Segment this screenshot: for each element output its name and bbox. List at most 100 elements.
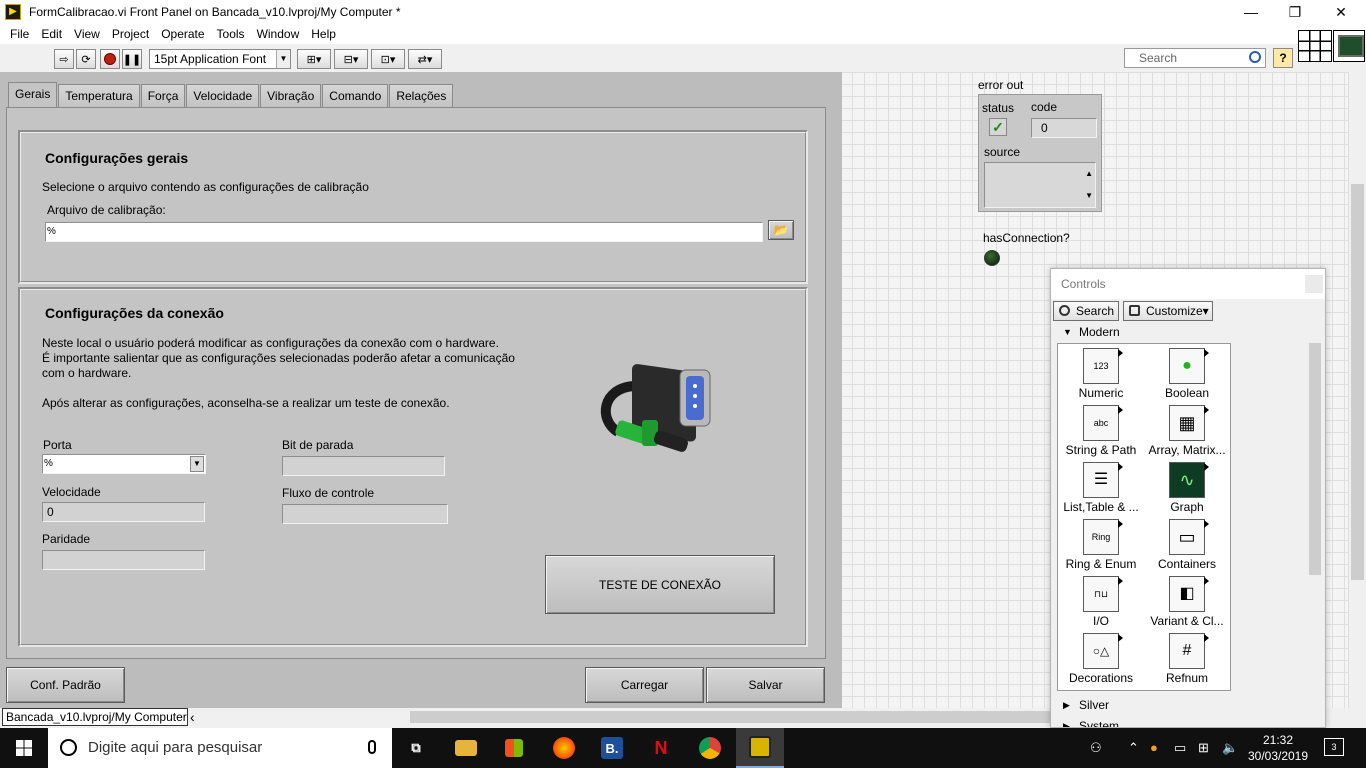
default-config-button[interactable]: Conf. Padrão	[6, 667, 125, 703]
tab-velocidade[interactable]: Velocidade	[186, 84, 260, 108]
chevron-down-icon[interactable]: ▼	[190, 456, 204, 472]
fluxo-controle-field[interactable]	[282, 504, 448, 524]
load-button[interactable]: Carregar	[585, 667, 704, 703]
palette-scrollbar[interactable]	[1307, 325, 1323, 725]
align-icon[interactable]: ⊞▾	[297, 49, 331, 69]
people-icon[interactable]: ⚇	[1090, 740, 1102, 756]
palette-item-ring-enum[interactable]: Ring Ring & Enum	[1058, 519, 1144, 571]
bit-parada-field[interactable]	[282, 456, 445, 476]
category-system[interactable]: ▶ System	[1057, 717, 1119, 727]
scroll-down-icon[interactable]: ▼	[1085, 187, 1093, 205]
menu-window[interactable]: Window	[251, 27, 306, 41]
palette-item-label: I/O	[1092, 614, 1109, 628]
project-context: Bancada_v10.lvproj/My Computer	[2, 708, 188, 726]
tab-forca[interactable]: Força	[140, 84, 186, 108]
palette-pin-icon[interactable]	[1305, 275, 1323, 293]
palette-item-decorations[interactable]: ○△ Decorations	[1058, 633, 1144, 685]
volume-icon[interactable]: 🔈	[1222, 740, 1238, 756]
avast-icon[interactable]: ●	[1150, 740, 1158, 755]
palette-item-label: Boolean	[1164, 386, 1210, 400]
tab-gerais[interactable]: Gerais	[8, 82, 58, 108]
velocidade-field[interactable]: 0	[42, 502, 205, 522]
path-icon: %	[47, 226, 56, 237]
menu-operate[interactable]: Operate	[155, 27, 210, 41]
menu-tools[interactable]: Tools	[211, 27, 251, 41]
source-field: ▲ ▼	[984, 162, 1096, 208]
palette-customize-button[interactable]: Customize▾	[1123, 301, 1213, 321]
chevron-up-icon[interactable]: ⌃	[1128, 740, 1139, 756]
pause-icon[interactable]: ❚❚	[122, 49, 142, 69]
store-icon[interactable]	[490, 728, 538, 768]
horizontal-scrollbar-thumb[interactable]	[410, 711, 1160, 723]
status-check-icon: ✓	[989, 118, 1007, 136]
wrench-icon	[1129, 305, 1140, 316]
palette-item-string-path[interactable]: abc String & Path	[1058, 405, 1144, 457]
palette-search-button[interactable]: Search	[1053, 301, 1119, 321]
scroll-left-icon[interactable]: ‹	[190, 708, 195, 726]
distribute-icon[interactable]: ⊟▾	[334, 49, 368, 69]
minimize-button[interactable]: —	[1228, 0, 1274, 24]
menu-view[interactable]: View	[68, 27, 106, 41]
reorder-icon[interactable]: ⇄▾	[408, 49, 442, 69]
calibration-file-path[interactable]: %	[45, 222, 763, 242]
palette-item-numeric[interactable]: 123 Numeric	[1058, 348, 1144, 400]
taskbar-search-box[interactable]: Digite aqui para pesquisar	[48, 728, 392, 768]
font-select[interactable]: 15pt Application Font ▼	[149, 49, 291, 69]
menu-file[interactable]: File	[4, 27, 35, 41]
netflix-icon[interactable]: N	[637, 728, 685, 768]
palette-item-containers[interactable]: ▭ Containers	[1144, 519, 1230, 571]
palette-scrollbar-thumb[interactable]	[1309, 343, 1321, 575]
palette-item-graph[interactable]: ∿ Graph	[1144, 462, 1230, 514]
porta-dropdown[interactable]: % ▼	[42, 454, 206, 474]
menu-project[interactable]: Project	[106, 27, 155, 41]
category-modern[interactable]: ▼ Modern	[1057, 323, 1120, 341]
palette-item-array-matrix[interactable]: ▦ Array, Matrix...	[1144, 405, 1230, 457]
palette-item-label: Numeric	[1078, 386, 1124, 400]
menu-help[interactable]: Help	[305, 27, 342, 41]
connector-pane-icon[interactable]	[1298, 30, 1332, 62]
maximize-button[interactable]: ❐	[1272, 0, 1318, 24]
palette-item-variant-class[interactable]: ◧ Variant & Cl...	[1144, 576, 1230, 628]
category-silver[interactable]: ▶ Silver	[1057, 696, 1109, 714]
network-icon[interactable]: ⊞	[1198, 740, 1209, 756]
toolbar: ⇨ ⟳ ❚❚ 15pt Application Font ▼ ⊞▾ ⊟▾ ⊡▾ …	[0, 44, 1296, 72]
tab-comando[interactable]: Comando	[322, 84, 389, 108]
abort-icon[interactable]	[100, 49, 120, 69]
context-help-button[interactable]: ?	[1273, 48, 1293, 68]
palette-item-refnum[interactable]: # Refnum	[1144, 633, 1230, 685]
bizagi-icon[interactable]: B.	[588, 728, 636, 768]
browse-folder-icon[interactable]: 📂	[768, 220, 794, 240]
run-continuously-icon[interactable]: ⟳	[76, 49, 96, 69]
resize-icon[interactable]: ⊡▾	[371, 49, 405, 69]
status-label: status	[982, 101, 1015, 115]
run-arrow-icon[interactable]: ⇨	[54, 49, 74, 69]
firefox-icon[interactable]	[540, 728, 588, 768]
taskbar-clock[interactable]: 21:32 30/03/2019	[1244, 732, 1312, 764]
search-input[interactable]: Search	[1124, 48, 1266, 68]
palette-item-list-table[interactable]: ☰ List,Table & ...	[1058, 462, 1144, 514]
close-button[interactable]: ✕	[1318, 0, 1364, 24]
paridade-field[interactable]	[42, 550, 205, 570]
palette-item-boolean[interactable]: ● Boolean	[1144, 348, 1230, 400]
scroll-up-icon[interactable]: ▲	[1085, 165, 1093, 183]
palette-item-io[interactable]: ⊓⊔ I/O	[1058, 576, 1144, 628]
file-explorer-icon[interactable]	[442, 728, 490, 768]
save-button[interactable]: Salvar	[706, 667, 825, 703]
vertical-scrollbar[interactable]	[1348, 72, 1366, 708]
tab-temperatura[interactable]: Temperatura	[58, 84, 140, 108]
labview-icon[interactable]	[736, 728, 784, 768]
vi-icon[interactable]	[1333, 30, 1365, 62]
test-connection-button[interactable]: TESTE DE CONEXÃO	[545, 555, 775, 614]
microphone-icon[interactable]	[368, 740, 376, 754]
chrome-icon[interactable]	[686, 728, 734, 768]
vertical-scrollbar-thumb[interactable]	[1351, 184, 1364, 580]
tab-relacoes[interactable]: Relações	[389, 84, 454, 108]
search-icon	[1249, 51, 1261, 63]
tab-vibracao[interactable]: Vibração	[260, 84, 322, 108]
task-view-icon[interactable]: ⧉	[392, 728, 440, 768]
battery-icon[interactable]: ▭	[1174, 740, 1186, 756]
menu-edit[interactable]: Edit	[35, 27, 68, 41]
bit-parada-label: Bit de parada	[282, 438, 354, 452]
start-button[interactable]	[0, 728, 48, 768]
notification-center-icon[interactable]: 3	[1324, 738, 1344, 756]
